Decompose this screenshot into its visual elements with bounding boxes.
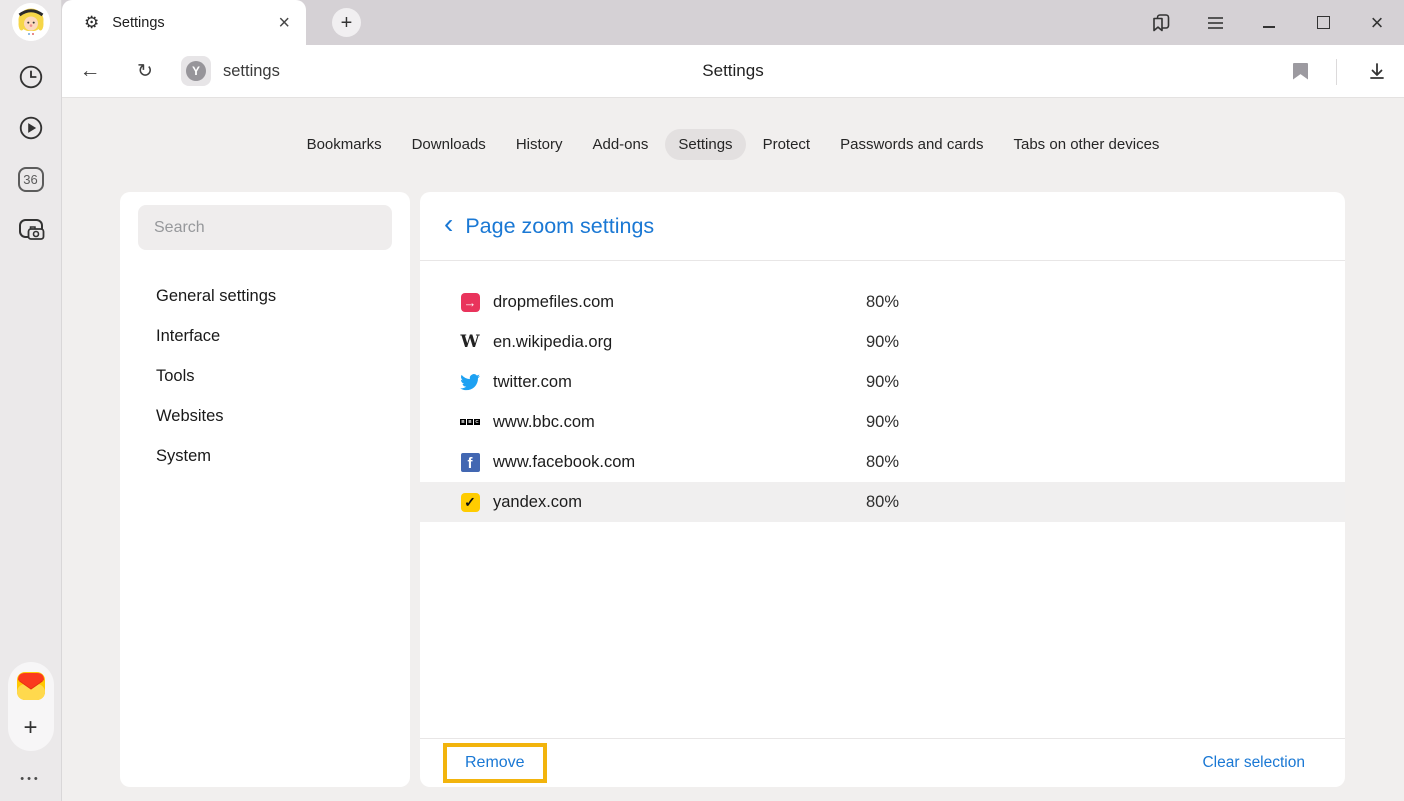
gear-icon: ⚙	[84, 13, 99, 33]
minimize-icon	[1263, 26, 1275, 28]
settings-sidebar-card: General settingsInterfaceToolsWebsitesSy…	[120, 192, 410, 787]
settings-search-input[interactable]	[138, 205, 392, 250]
dropmefiles-favicon: →	[460, 292, 480, 312]
settings-top-nav: BookmarksDownloadsHistoryAdd-onsSettings…	[62, 129, 1404, 160]
tab-counter-badge[interactable]: 36	[16, 164, 46, 194]
site-zoom-value: 90%	[866, 413, 899, 432]
settings-menu-item-system[interactable]: System	[120, 436, 410, 476]
remove-button[interactable]: Remove	[465, 754, 525, 771]
nav-tab-add-ons[interactable]: Add-ons	[579, 129, 661, 160]
site-domain: dropmefiles.com	[493, 293, 866, 312]
tab-strip: ⚙ Settings × + ×	[62, 0, 1404, 45]
play-media-icon[interactable]	[16, 113, 46, 143]
yandex-favicon: Y	[181, 56, 211, 86]
facebook-favicon: f	[460, 452, 480, 472]
zoom-site-list: →dropmefiles.com80%Wen.wikipedia.org90%t…	[420, 261, 1345, 738]
twitter-favicon	[460, 372, 480, 392]
selected-checkbox-icon: ✓	[460, 492, 480, 512]
yandex-favicon-letter: Y	[186, 61, 206, 81]
history-clock-icon[interactable]	[16, 62, 46, 92]
nav-tab-protect[interactable]: Protect	[750, 129, 824, 160]
browser-side-rail: 36 + •••	[0, 0, 62, 801]
pinned-apps-pill: +	[8, 662, 54, 751]
remove-highlight-box: Remove	[443, 743, 547, 783]
tab-title: Settings	[112, 15, 278, 31]
settings-menu-item-general-settings[interactable]: General settings	[120, 276, 410, 316]
url-field[interactable]: Y settings	[181, 56, 280, 86]
page-zoom-panel: ‹ Page zoom settings →dropmefiles.com80%…	[420, 192, 1345, 787]
address-bar: ← ↻ Y settings Settings	[62, 45, 1404, 98]
nav-tab-passwords-and-cards[interactable]: Passwords and cards	[827, 129, 996, 160]
download-icon[interactable]	[1364, 60, 1390, 82]
nav-tab-bookmarks[interactable]: Bookmarks	[294, 129, 395, 160]
site-row-en-wikipedia-org[interactable]: Wen.wikipedia.org90%	[420, 322, 1345, 362]
new-tab-button[interactable]: +	[332, 8, 361, 37]
site-domain: www.bbc.com	[493, 413, 866, 432]
close-icon: ×	[1371, 12, 1384, 34]
window-minimize-button[interactable]	[1242, 0, 1296, 45]
profile-avatar[interactable]	[12, 3, 50, 41]
bbc-favicon: BBC	[460, 412, 480, 432]
site-domain: twitter.com	[493, 373, 866, 392]
settings-menu-list: General settingsInterfaceToolsWebsitesSy…	[120, 276, 410, 476]
panel-footer: Remove Clear selection	[420, 738, 1345, 787]
site-zoom-value: 80%	[866, 453, 899, 472]
bookmark-icon[interactable]	[1288, 61, 1312, 81]
panel-header: ‹ Page zoom settings	[420, 192, 1345, 261]
site-domain: en.wikipedia.org	[493, 333, 866, 352]
toolbar-divider	[1336, 59, 1337, 85]
nav-tab-downloads[interactable]: Downloads	[399, 129, 499, 160]
site-zoom-value: 90%	[866, 373, 899, 392]
yandex-mail-icon[interactable]	[15, 670, 47, 707]
avatar-illustration	[12, 3, 50, 41]
site-zoom-value: 80%	[866, 493, 899, 512]
tab-close-icon[interactable]: ×	[278, 13, 290, 33]
url-text: settings	[223, 62, 280, 81]
maximize-icon	[1317, 16, 1330, 29]
settings-menu-item-interface[interactable]: Interface	[120, 316, 410, 356]
window-close-button[interactable]: ×	[1350, 0, 1404, 45]
window-maximize-button[interactable]	[1296, 0, 1350, 45]
back-chevron-icon[interactable]: ‹	[444, 210, 453, 242]
panel-title[interactable]: Page zoom settings	[465, 214, 654, 239]
nav-tab-tabs-on-other-devices[interactable]: Tabs on other devices	[1001, 129, 1173, 160]
side-panels-icon[interactable]	[1134, 0, 1188, 45]
site-domain: www.facebook.com	[493, 453, 866, 472]
site-row-yandex-com[interactable]: ✓ yandex.com80%	[420, 482, 1345, 522]
window-controls: ×	[1134, 0, 1404, 45]
tab-counter-value: 36	[18, 167, 44, 192]
active-tab-settings[interactable]: ⚙ Settings ×	[62, 0, 306, 45]
site-zoom-value: 90%	[866, 333, 899, 352]
add-shortcut-button[interactable]: +	[16, 713, 46, 743]
site-row-www-bbc-com[interactable]: BBC www.bbc.com90%	[420, 402, 1345, 442]
site-row-www-facebook-com[interactable]: f www.facebook.com80%	[420, 442, 1345, 482]
browser-menu-icon[interactable]	[1188, 0, 1242, 45]
settings-menu-item-tools[interactable]: Tools	[120, 356, 410, 396]
hamburger-icon	[1208, 17, 1223, 29]
screenshot-camera-icon[interactable]	[16, 215, 46, 245]
clear-selection-button[interactable]: Clear selection	[1202, 754, 1305, 772]
nav-tab-history[interactable]: History	[503, 129, 576, 160]
reload-icon[interactable]: ↻	[131, 60, 159, 83]
site-row-dropmefiles-com[interactable]: → dropmefiles.com80%	[420, 282, 1345, 322]
site-domain: yandex.com	[493, 493, 866, 512]
settings-menu-item-websites[interactable]: Websites	[120, 396, 410, 436]
nav-tab-settings[interactable]: Settings	[665, 129, 745, 160]
browser-window: 36 + •••	[0, 0, 1404, 801]
wikipedia-favicon: W	[460, 332, 480, 352]
back-arrow-icon[interactable]: ←	[76, 59, 104, 83]
site-row-twitter-com[interactable]: twitter.com90%	[420, 362, 1345, 402]
site-zoom-value: 80%	[866, 293, 899, 312]
more-options-dots-icon[interactable]: •••	[20, 773, 41, 785]
rail-bottom-group: + •••	[8, 662, 54, 801]
